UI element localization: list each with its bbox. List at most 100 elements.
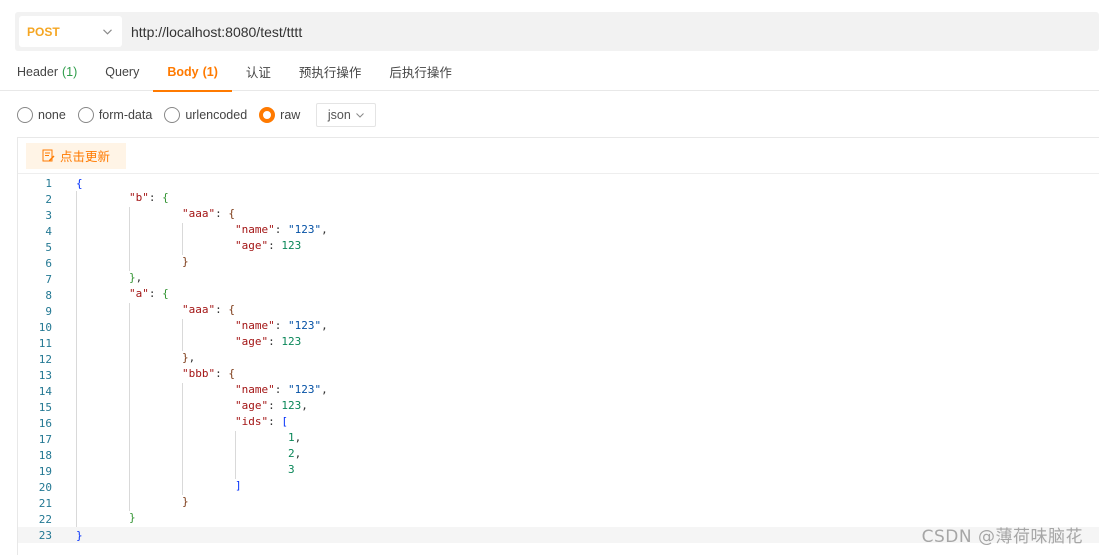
- line-number: 12: [38, 352, 52, 366]
- method-label: POST: [27, 24, 60, 39]
- line-number: 6: [45, 256, 52, 270]
- code-token: ,: [321, 223, 328, 236]
- code-token: :: [274, 383, 288, 396]
- line-number: 8: [45, 288, 52, 302]
- code-token: ,: [294, 447, 302, 460]
- code-line: 1{: [18, 175, 1099, 191]
- body-type-0[interactable]: none: [17, 107, 66, 123]
- request-url-bar: POST: [15, 12, 1099, 51]
- code-token: "age": [235, 335, 269, 348]
- indent-guide: [129, 415, 182, 431]
- line-content: 3: [76, 463, 295, 479]
- line-number: 18: [38, 448, 52, 462]
- code-area[interactable]: 1{2 "b": {3 "aaa": {4 "name": "123", 5 "age":…: [18, 175, 1099, 543]
- tab-5[interactable]: 后执行操作: [375, 52, 466, 91]
- chevron-down-icon: [102, 27, 112, 37]
- code-token: 2: [288, 447, 295, 460]
- line-content: },: [76, 351, 195, 367]
- indent-guide: [76, 351, 129, 367]
- radio-unchecked-icon[interactable]: [164, 107, 181, 123]
- indent-guide: [129, 367, 182, 383]
- tab-1[interactable]: Query: [91, 52, 153, 91]
- line-content: }: [76, 255, 189, 271]
- body-type-1[interactable]: form-data: [77, 107, 152, 123]
- indent-guide: [76, 367, 129, 383]
- code-line: 9 "aaa": {: [18, 303, 1099, 319]
- code-token: }: [76, 528, 83, 542]
- code-token: {: [228, 303, 235, 316]
- code-token: {: [162, 287, 169, 300]
- code-token: }: [129, 511, 136, 524]
- line-content: {: [76, 177, 83, 190]
- indent-guide: [129, 351, 182, 367]
- line-number: 4: [45, 224, 52, 238]
- code-line: 5 "age": 123: [18, 239, 1099, 255]
- code-token: "aaa": [182, 303, 216, 316]
- code-line: 21}: [18, 495, 1099, 511]
- tab-label: 预执行操作: [298, 66, 362, 80]
- request-tabs: Header (1) Query Body (1) 认证 预执行操作 后执行操作: [0, 52, 1099, 92]
- radio-checked-icon[interactable]: [259, 107, 276, 123]
- line-number: 11: [38, 336, 52, 350]
- code-token: :: [268, 335, 282, 348]
- indent-guide: [129, 495, 182, 511]
- indent-guide: [76, 255, 129, 271]
- code-token: "123": [288, 319, 322, 332]
- line-content: "age": 123,: [76, 399, 308, 415]
- indent-guide: [76, 287, 129, 303]
- code-token: "age": [235, 239, 269, 252]
- code-token: "bbb": [182, 367, 216, 380]
- code-token: :: [274, 223, 288, 236]
- code-token: :: [274, 319, 288, 332]
- code-line: 2 "b": {: [18, 191, 1099, 207]
- line-content: 2,: [76, 447, 301, 463]
- tab-label: 后执行操作: [389, 66, 452, 80]
- body-type-2[interactable]: urlencoded: [164, 107, 247, 123]
- indent-guide: [76, 223, 129, 239]
- tab-2[interactable]: Body (1): [153, 52, 232, 92]
- radio-unchecked-icon[interactable]: [17, 107, 33, 123]
- chevron-down-icon: [355, 110, 365, 120]
- indent-guide: [129, 319, 182, 335]
- refresh-label: 点击更新: [60, 149, 111, 164]
- indent-guide: [129, 383, 182, 399]
- code-token: }: [129, 271, 136, 284]
- code-line: 18 2,: [18, 447, 1099, 463]
- code-token: :: [148, 191, 163, 204]
- line-content: "name": "123",: [76, 319, 328, 335]
- line-number: 7: [45, 272, 52, 286]
- line-number: 17: [38, 432, 52, 446]
- body-type-label: urlencoded: [185, 108, 248, 122]
- line-number: 19: [38, 464, 52, 478]
- tab-0[interactable]: Header (1): [0, 52, 91, 91]
- line-number: 14: [38, 384, 52, 398]
- code-token: 123: [281, 239, 302, 252]
- indent-guide: [76, 431, 129, 447]
- code-line: 19 3: [18, 463, 1099, 479]
- body-type-3[interactable]: raw: [259, 107, 300, 123]
- code-token: 123: [281, 399, 302, 412]
- code-token: "aaa": [182, 207, 216, 220]
- method-select[interactable]: POST: [19, 16, 122, 47]
- code-token: {: [76, 176, 83, 190]
- watermark: CSDN @薄荷味脑花: [921, 527, 1083, 547]
- tab-4[interactable]: 预执行操作: [285, 52, 376, 91]
- code-line: 6}: [18, 255, 1099, 271]
- indent-guide: [76, 495, 129, 511]
- line-content: }: [76, 511, 136, 527]
- code-token: "b": [129, 191, 149, 204]
- refresh-button[interactable]: 点击更新: [26, 142, 127, 169]
- line-number: 16: [38, 416, 52, 430]
- code-token: :: [148, 287, 163, 300]
- url-input[interactable]: [131, 16, 1099, 47]
- indent-guide: [76, 303, 129, 319]
- indent-guide: [129, 255, 182, 271]
- line-number: 5: [45, 240, 52, 254]
- indent-guide: [182, 399, 235, 415]
- radio-unchecked-icon[interactable]: [77, 107, 94, 123]
- indent-guide: [182, 415, 235, 431]
- indent-guide: [129, 431, 182, 447]
- format-select[interactable]: json: [316, 103, 377, 127]
- line-number: 22: [38, 512, 52, 526]
- tab-3[interactable]: 认证: [232, 52, 285, 91]
